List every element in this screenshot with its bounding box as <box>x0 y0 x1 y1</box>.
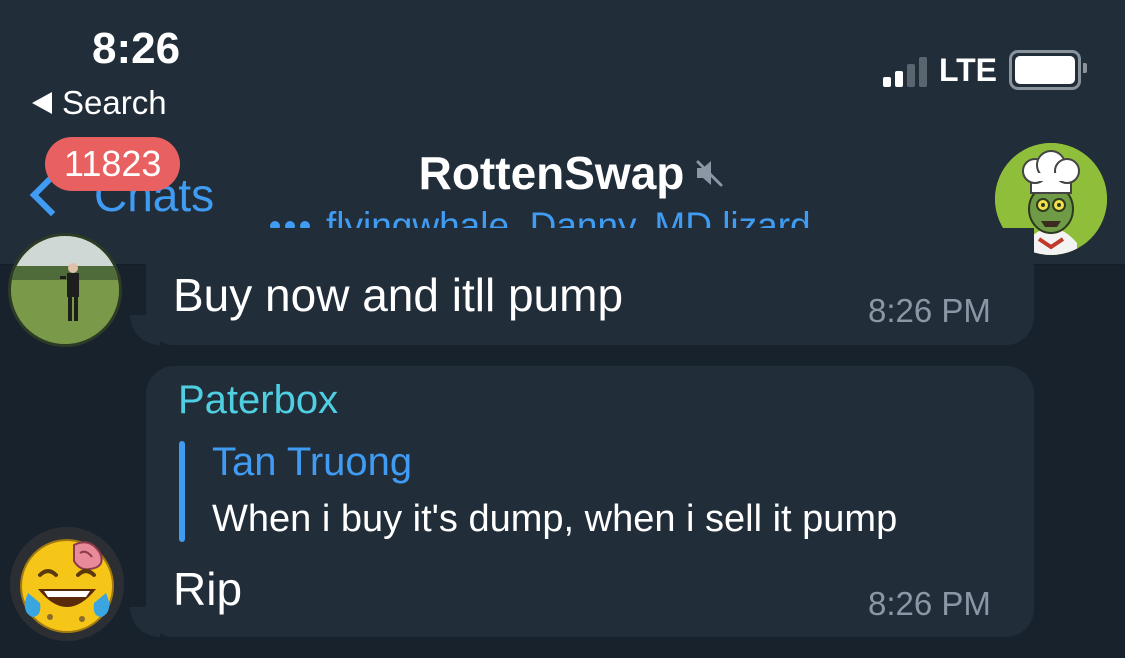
network-type: LTE <box>938 51 997 88</box>
message-text: Buy now and itll pump <box>173 269 624 321</box>
message-text: Rip <box>173 563 243 615</box>
message-time: 8:26 PM <box>868 292 991 329</box>
zombie-laughing-emoji-image <box>10 527 124 641</box>
reply-text[interactable]: When i buy it's dump, when i sell it pum… <box>212 498 897 541</box>
reply-author[interactable]: Tan Truong <box>212 440 412 485</box>
chat-title-area[interactable]: RottenSwap <box>0 146 1125 200</box>
status-time: 8:26 <box>92 24 181 73</box>
person-photo-image <box>11 236 119 344</box>
back-to-app-button[interactable]: Search <box>32 84 167 122</box>
chat-title: RottenSwap <box>418 147 685 199</box>
speaker-muted-icon <box>692 156 726 190</box>
message-time: 8:26 PM <box>868 585 991 622</box>
sender-name[interactable]: Paterbox <box>178 378 338 423</box>
sender-avatar-paterbox[interactable] <box>10 527 124 641</box>
battery-icon <box>1009 50 1087 90</box>
chat-header: 8:26 Search LTE Chats 11823 RottenSwap f… <box>0 0 1125 265</box>
reply-quote-bar <box>179 441 185 542</box>
back-to-app-label: Search <box>62 84 167 121</box>
status-indicators: LTE <box>882 50 1087 90</box>
signal-strength-icon <box>882 53 927 87</box>
back-triangle-icon <box>32 92 52 114</box>
sender-avatar-photo[interactable] <box>8 233 122 347</box>
